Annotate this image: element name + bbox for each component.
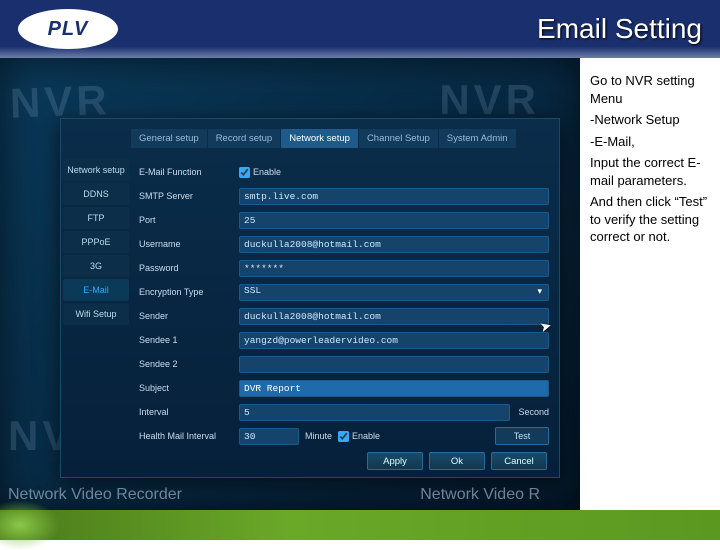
ok-button[interactable]: Ok [429, 452, 485, 470]
nvr-screenshot: NVR NVR NVR General setup Record setup N… [0, 58, 580, 510]
side-wifi-setup[interactable]: Wifi Setup [63, 303, 129, 325]
input-sender[interactable] [239, 308, 549, 325]
instruction-line: Go to NVR setting Menu [590, 72, 710, 107]
tab-network-setup[interactable]: Network setup [281, 129, 359, 148]
side-email[interactable]: E-Mail [63, 279, 129, 301]
form-area: E-Mail Function Enable SMTP Server Port [131, 156, 559, 446]
label-interval: Interval [139, 407, 239, 417]
bottom-buttons: Apply Ok Cancel [61, 446, 559, 470]
label-sender: Sender [139, 311, 239, 321]
top-tabs: General setup Record setup Network setup… [131, 129, 559, 148]
chevron-down-icon: ▾ [537, 287, 542, 297]
checkbox-health-enable-input[interactable] [338, 431, 349, 442]
input-username[interactable] [239, 236, 549, 253]
checkbox-health-enable[interactable]: Enable [338, 431, 380, 442]
slide-footer [0, 510, 720, 540]
input-interval[interactable] [239, 404, 510, 421]
input-health-value[interactable] [239, 428, 299, 445]
tab-channel-setup[interactable]: Channel Setup [359, 129, 439, 148]
label-port: Port [139, 215, 239, 225]
tab-record-setup[interactable]: Record setup [208, 129, 282, 148]
cancel-button[interactable]: Cancel [491, 452, 547, 470]
label-password: Password [139, 263, 239, 273]
input-smtp[interactable] [239, 188, 549, 205]
tab-general-setup[interactable]: General setup [131, 129, 208, 148]
slide-header: PLV Email Setting [0, 0, 720, 58]
side-network-setup[interactable]: Network setup [63, 159, 129, 181]
label-health-unit: Minute [305, 431, 332, 441]
slide-title: Email Setting [537, 13, 702, 45]
side-nav: Network setup DDNS FTP PPPoE 3G E-Mail W… [61, 156, 131, 446]
side-3g[interactable]: 3G [63, 255, 129, 277]
side-ftp[interactable]: FTP [63, 207, 129, 229]
instruction-line: Input the correct E-mail parameters. [590, 154, 710, 189]
label-encryption: Encryption Type [139, 287, 239, 297]
input-sendee1[interactable] [239, 332, 549, 349]
apply-button[interactable]: Apply [367, 452, 423, 470]
label-interval-unit: Second [518, 407, 549, 417]
checkbox-email-enable-input[interactable] [239, 167, 250, 178]
label-smtp: SMTP Server [139, 191, 239, 201]
checkbox-enable-text: Enable [253, 167, 281, 177]
input-password[interactable] [239, 260, 549, 277]
settings-window: General setup Record setup Network setup… [60, 118, 560, 478]
select-encryption-value: SSL [244, 285, 261, 296]
checkbox-health-text: Enable [352, 431, 380, 441]
test-button[interactable]: Test [495, 427, 549, 445]
instruction-line: And then click “Test” to verify the sett… [590, 193, 710, 246]
input-sendee2[interactable] [239, 356, 549, 373]
side-pppoe[interactable]: PPPoE [63, 231, 129, 253]
label-sendee2: Sendee 2 [139, 359, 239, 369]
label-email-function: E-Mail Function [139, 167, 239, 177]
plv-logo: PLV [18, 9, 118, 49]
input-subject[interactable] [239, 380, 549, 397]
instruction-line: -Network Setup [590, 111, 710, 129]
bg-text: NVR [439, 76, 540, 124]
instruction-line: -E-Mail, [590, 133, 710, 151]
input-port[interactable] [239, 212, 549, 229]
bg-footer-text: Network Video R [420, 486, 540, 504]
instructions-column: Go to NVR setting Menu -Network Setup -E… [580, 58, 720, 510]
label-health: Health Mail Interval [139, 431, 239, 441]
tab-system-admin[interactable]: System Admin [439, 129, 517, 148]
label-username: Username [139, 239, 239, 249]
main-area: NVR NVR NVR General setup Record setup N… [0, 58, 720, 510]
select-encryption[interactable]: SSL ▾ [239, 284, 549, 301]
label-subject: Subject [139, 383, 239, 393]
side-ddns[interactable]: DDNS [63, 183, 129, 205]
checkbox-email-enable[interactable]: Enable [239, 167, 281, 178]
label-sendee1: Sendee 1 [139, 335, 239, 345]
